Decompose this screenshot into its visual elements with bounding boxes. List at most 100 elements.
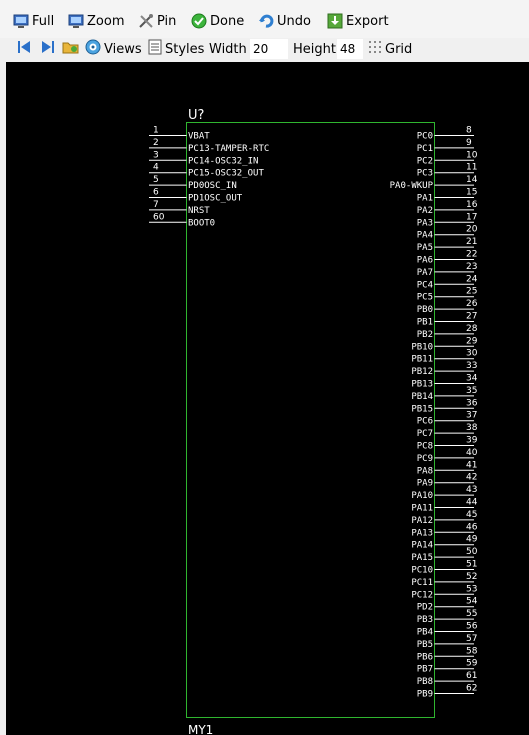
pin-number: 30 <box>466 349 478 359</box>
full-button[interactable]: Full <box>13 9 54 33</box>
check-circle-icon <box>191 13 207 29</box>
schematic-canvas[interactable]: U? MY1 1 VBAT 2 PC13-TAMPER-RTC 3 PC14-OSC32_… <box>6 62 529 735</box>
pin-number: 6 <box>153 188 159 198</box>
next-page-button[interactable] <box>40 39 56 59</box>
main-toolbar: Full Zoom Pin Done Undo Export <box>0 0 529 38</box>
pin-name: NRST <box>188 206 210 216</box>
pin-button[interactable]: Pin <box>138 9 176 33</box>
undo-icon <box>258 13 274 29</box>
pin-number: 9 <box>466 138 472 148</box>
pin-number: 16 <box>466 200 478 210</box>
pin-name: PA13 <box>411 528 433 538</box>
pin-name: PC0 <box>417 132 433 142</box>
zoom-label: Zoom <box>87 13 125 29</box>
grid-button[interactable]: Grid <box>368 39 412 59</box>
pin-name: PA10 <box>411 491 433 501</box>
pin-number: 14 <box>466 175 478 185</box>
pin-name: PB5 <box>417 640 433 650</box>
pin-number: 39 <box>466 436 478 446</box>
monitor-zoom-icon <box>68 13 84 29</box>
export-icon <box>327 13 343 29</box>
pin-name: PC6 <box>417 417 433 427</box>
grid-label: Grid <box>385 41 413 57</box>
pin-number: 21 <box>466 237 477 247</box>
pin-name: PB15 <box>411 404 433 414</box>
pin-label: Pin <box>157 13 177 29</box>
pin-name: PC13-TAMPER-RTC <box>188 144 269 154</box>
pin-number: 5 <box>153 175 159 185</box>
pin-number: 27 <box>466 312 477 322</box>
pin-name: PA14 <box>411 541 433 551</box>
next-page-icon <box>40 39 56 59</box>
styles-label: Styles <box>165 41 205 57</box>
views-button[interactable]: Views <box>85 39 142 59</box>
pin-name: PC2 <box>417 156 433 166</box>
first-page-button[interactable] <box>16 39 32 59</box>
pin-number: 2 <box>153 138 159 148</box>
pin-number: 58 <box>466 646 478 656</box>
document-icon <box>148 39 162 59</box>
pin-name: PB2 <box>417 330 433 340</box>
pin-name: PB14 <box>411 392 433 402</box>
pin-number: 8 <box>466 126 472 136</box>
pin-number: 11 <box>466 163 477 173</box>
pin-name: PC12 <box>411 590 433 600</box>
pin-name: PB10 <box>411 342 433 352</box>
pin-name: PC15-OSC32_OUT <box>188 169 264 179</box>
pin-name: PA1 <box>417 194 433 204</box>
pin-number: 22 <box>466 250 477 260</box>
pin-number: 56 <box>466 622 478 632</box>
component-symbol[interactable]: U? MY1 1 VBAT 2 PC13-TAMPER-RTC 3 PC14-OSC32_… <box>6 62 529 735</box>
pin-name: PA6 <box>417 256 433 266</box>
export-button[interactable]: Export <box>327 9 389 33</box>
pin-name: PB13 <box>411 380 433 390</box>
open-folder-button[interactable] <box>62 39 80 59</box>
pin-name: PA7 <box>417 268 433 278</box>
pin-name: PA11 <box>411 504 433 514</box>
pin-number: 7 <box>153 200 159 210</box>
pin-name: PB6 <box>417 652 433 662</box>
styles-button[interactable]: Styles <box>148 39 204 59</box>
pin-number: 57 <box>466 634 477 644</box>
folder-icon <box>62 39 80 59</box>
pin-name: PC7 <box>417 429 433 439</box>
component-body-outline <box>186 122 435 718</box>
pin-name: PB0 <box>417 305 433 315</box>
pin-number: 59 <box>466 659 478 669</box>
pin-number: 62 <box>466 684 477 694</box>
done-button[interactable]: Done <box>191 9 244 33</box>
pin-number: 15 <box>466 188 477 198</box>
pin-number: 23 <box>466 262 477 272</box>
pin-number: 29 <box>466 336 478 346</box>
pin-number: 34 <box>466 374 478 384</box>
full-label: Full <box>32 13 55 29</box>
pin-name: PC14-OSC32_IN <box>188 156 258 166</box>
views-label: Views <box>104 41 142 57</box>
pin-name: PB3 <box>417 615 433 625</box>
pin-number: 37 <box>466 411 477 421</box>
pin-number: 54 <box>466 597 478 607</box>
pin-number: 53 <box>466 584 477 594</box>
pin-name: PC4 <box>417 280 433 290</box>
pin-name: PA8 <box>417 466 433 476</box>
pin-name: PA5 <box>417 243 433 253</box>
pin-number: 3 <box>153 150 159 160</box>
pin-name: PB4 <box>417 628 433 638</box>
pin-number: 41 <box>466 460 477 470</box>
zoom-button[interactable]: Zoom <box>68 9 124 33</box>
undo-button[interactable]: Undo <box>258 9 311 33</box>
pin-name: PC8 <box>417 442 433 452</box>
pin-name: VBAT <box>188 132 210 142</box>
pin-number: 10 <box>466 150 478 160</box>
pin-name: PD2 <box>417 603 433 613</box>
tools-icon <box>138 13 154 29</box>
height-label: Height <box>293 41 336 57</box>
width-input[interactable] <box>250 39 288 59</box>
pin-number: 45 <box>466 510 477 520</box>
pin-number: 35 <box>466 386 477 396</box>
monitor-full-icon <box>13 13 29 29</box>
pin-name: PC1 <box>417 144 433 154</box>
undo-label: Undo <box>277 13 311 29</box>
height-input[interactable] <box>337 39 363 59</box>
pin-number: 50 <box>466 547 478 557</box>
